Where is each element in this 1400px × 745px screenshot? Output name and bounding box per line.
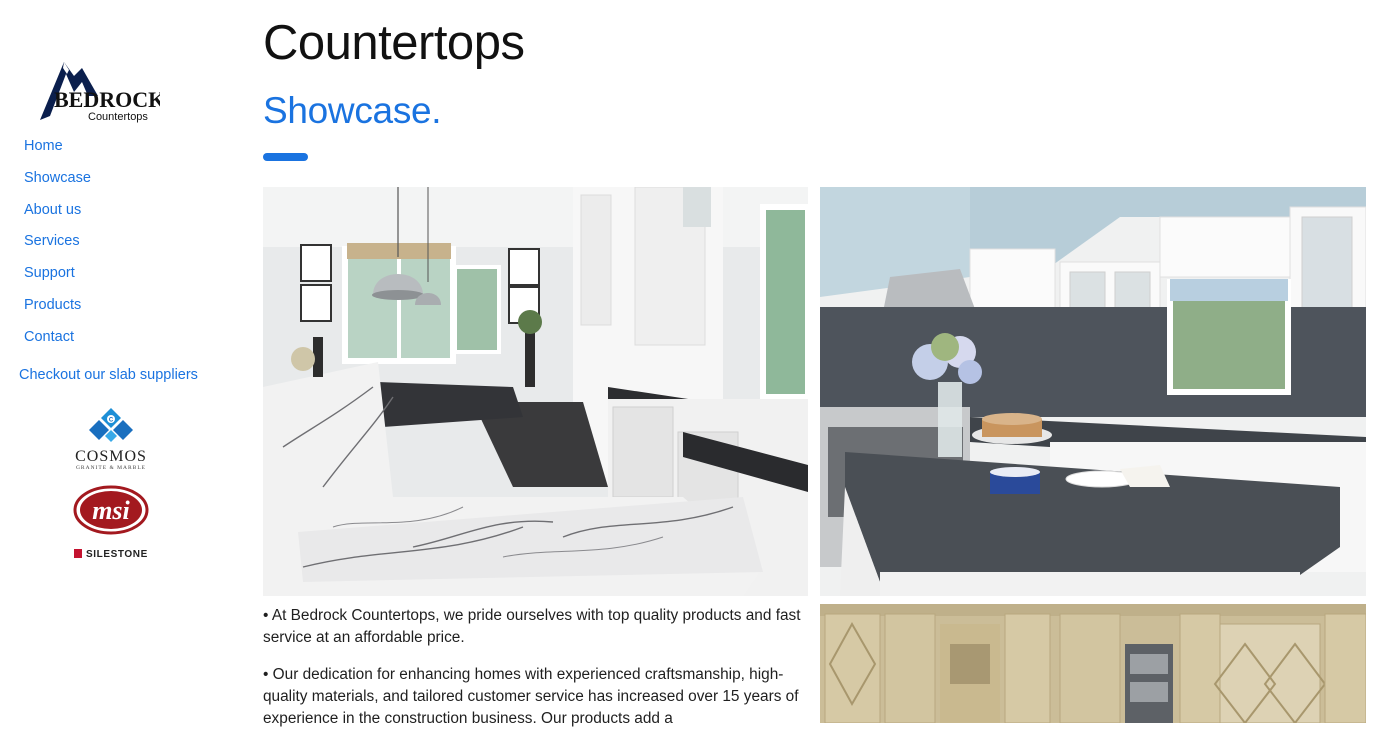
cosmos-tagline: GRANITE & MARBLE — [75, 465, 147, 471]
nav-item-services[interactable]: Services — [24, 231, 91, 263]
showcase-image-tan-kitchen[interactable] — [820, 604, 1366, 723]
sidebar: BEDROCK Countertops Home Showcase About … — [0, 0, 235, 723]
section-title: Showcase. — [263, 90, 442, 131]
nav-item-contact[interactable]: Contact — [24, 327, 91, 359]
cosmos-logo-icon: C — [89, 408, 133, 442]
nav-item-about-us[interactable]: About us — [24, 200, 91, 232]
silestone-logo-icon — [74, 549, 82, 558]
cosmos-supplier-logo[interactable]: C COSMOS GRANITE & MARBLE — [72, 408, 150, 471]
silestone-supplier-logo[interactable]: SILESTONE — [74, 549, 148, 560]
logo-subtext: Countertops — [88, 111, 148, 123]
nav-item-products[interactable]: Products — [24, 295, 91, 327]
main-nav: Home Showcase About us Services Support … — [24, 136, 91, 359]
nav-item-support[interactable]: Support — [24, 263, 91, 295]
about-paragraph-1: • At Bedrock Countertops, we pride ourse… — [263, 607, 801, 646]
showcase-image-granite-kitchen[interactable] — [820, 187, 1366, 596]
showcase-image-marble-kitchen[interactable] — [263, 187, 808, 596]
silestone-name: SILESTONE — [86, 549, 148, 560]
msi-supplier-logo[interactable]: msi — [73, 485, 149, 535]
page-title: Countertops — [263, 16, 525, 70]
bedrock-logo[interactable]: BEDROCK Countertops — [36, 56, 160, 126]
svg-text:C: C — [109, 418, 114, 424]
nav-item-showcase[interactable]: Showcase — [24, 168, 91, 200]
about-paragraph-2: • Our dedication for enhancing homes wit… — [263, 666, 799, 727]
main-content: Countertops Showcase. • At Bedrock Count… — [263, 0, 1366, 727]
logo-text: BEDROCK — [54, 87, 160, 112]
bedrock-mountain-icon: BEDROCK Countertops — [40, 62, 160, 123]
cosmos-name: COSMOS — [75, 448, 147, 465]
slab-suppliers-link[interactable]: Checkout our slab suppliers — [19, 367, 198, 383]
title-accent-bar — [263, 153, 308, 161]
msi-logo-icon: msi — [73, 485, 149, 535]
about-text: • At Bedrock Countertops, we pride ourse… — [263, 605, 808, 745]
msi-name: msi — [92, 496, 130, 525]
nav-item-home[interactable]: Home — [24, 136, 91, 168]
